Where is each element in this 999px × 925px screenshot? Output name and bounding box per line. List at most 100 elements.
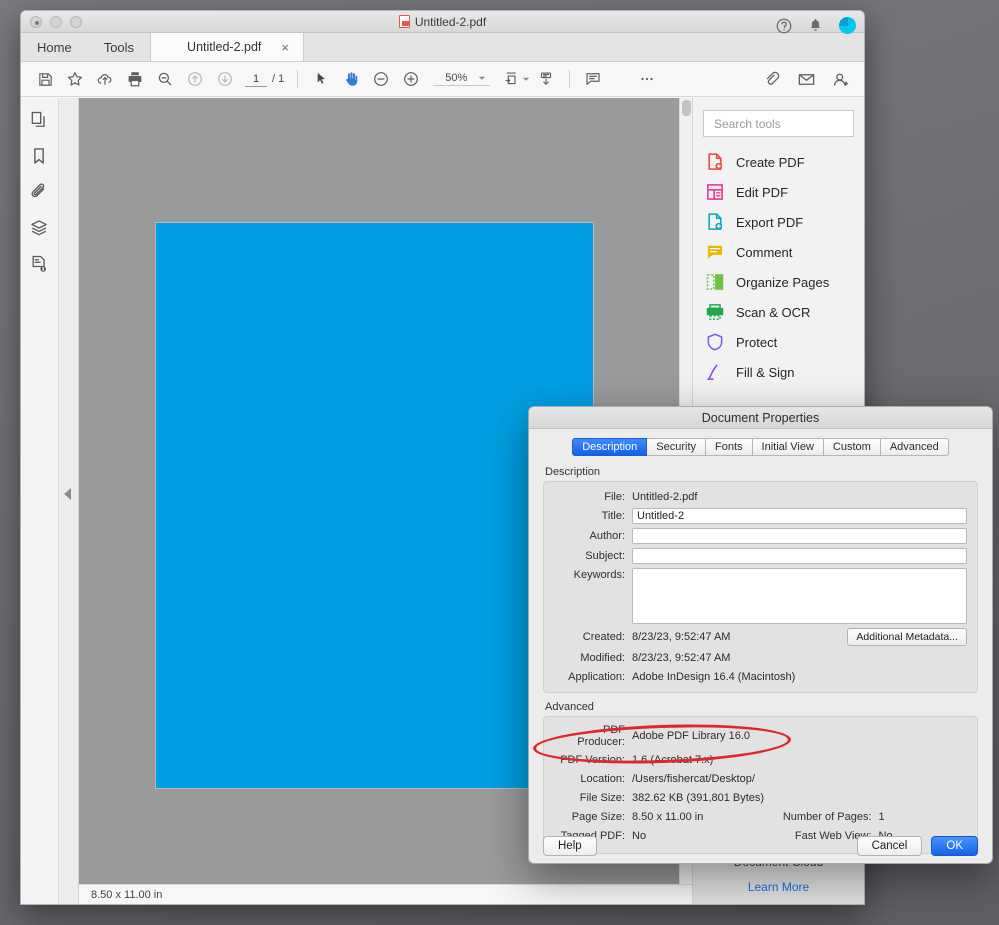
menu-tools[interactable]: Tools	[88, 33, 150, 61]
producer-row: PDF Producer: Adobe PDF Library 16.0	[554, 724, 967, 748]
help-button[interactable]: Help	[543, 836, 597, 856]
tool-item-scan-ocr[interactable]: Scan & OCR	[693, 297, 864, 327]
page-size-status: 8.50 x 11.00 in	[91, 889, 162, 901]
tool-item-create-pdf[interactable]: Create PDF	[693, 147, 864, 177]
zoom-search-icon[interactable]	[151, 66, 179, 92]
print-icon[interactable]	[121, 66, 149, 92]
previous-page-icon[interactable]	[181, 66, 209, 92]
pagesize-label: Page Size:	[554, 811, 632, 823]
close-button[interactable]	[30, 16, 42, 28]
add-user-icon[interactable]	[826, 66, 854, 92]
learn-more-link[interactable]: Learn More	[693, 880, 864, 894]
tab-custom[interactable]: Custom	[824, 438, 881, 456]
minimize-button[interactable]	[50, 16, 62, 28]
collapse-panel-arrow-icon[interactable]	[64, 488, 71, 500]
select-tool-icon[interactable]	[307, 66, 335, 92]
created-row: Created: 8/23/23, 9:52:47 AM Additional …	[554, 628, 967, 646]
zoom-in-icon[interactable]	[397, 66, 425, 92]
page-number-input[interactable]	[245, 72, 267, 87]
tool-item-fill-sign[interactable]: Fill & Sign	[693, 357, 864, 387]
tool-item-label: Fill & Sign	[736, 365, 795, 380]
star-icon[interactable]	[61, 66, 89, 92]
chevron-down-icon[interactable]	[522, 75, 530, 83]
page-thumbnails-icon[interactable]	[29, 110, 51, 132]
cancel-button[interactable]: Cancel	[857, 836, 923, 856]
application-row: Application: Adobe InDesign 16.4 (Macint…	[554, 669, 967, 684]
tab-description[interactable]: Description	[572, 438, 647, 456]
subject-row: Subject:	[554, 548, 967, 564]
search-tools-field[interactable]	[703, 110, 854, 137]
document-info-icon[interactable]	[29, 254, 51, 276]
attachments-icon[interactable]	[29, 182, 51, 204]
application-value: Adobe InDesign 16.4 (Macintosh)	[632, 671, 795, 683]
version-value: 1.6 (Acrobat 7.x)	[632, 754, 713, 766]
share-link-icon[interactable]	[758, 66, 786, 92]
created-value: 8/23/23, 9:52:47 AM	[632, 631, 730, 643]
scrollbar-thumb[interactable]	[682, 100, 691, 116]
upload-cloud-icon[interactable]	[91, 66, 119, 92]
modified-value: 8/23/23, 9:52:47 AM	[632, 652, 730, 664]
tool-item-export-pdf[interactable]: Export PDF	[693, 207, 864, 237]
keywords-row: Keywords:	[554, 568, 967, 624]
additional-metadata-button[interactable]: Additional Metadata...	[847, 628, 967, 646]
zoom-out-icon[interactable]	[367, 66, 395, 92]
tool-item-label: Organize Pages	[736, 275, 829, 290]
status-bar: 8.50 x 11.00 in	[79, 884, 692, 904]
dialog-title: Document Properties	[529, 407, 992, 429]
menu-home[interactable]: Home	[21, 33, 88, 61]
tab-security[interactable]: Security	[647, 438, 706, 456]
window-title-text: Untitled-2.pdf	[415, 15, 486, 29]
more-tools-icon[interactable]	[633, 66, 661, 92]
window-titlebar: Untitled-2.pdf	[21, 11, 864, 33]
bookmarks-icon[interactable]	[29, 146, 51, 168]
author-label: Author:	[554, 530, 632, 542]
next-page-icon[interactable]	[211, 66, 239, 92]
title-field[interactable]	[632, 508, 967, 524]
page-scroll-icon[interactable]	[532, 66, 560, 92]
user-avatar[interactable]	[839, 17, 856, 34]
tab-fonts[interactable]: Fonts	[706, 438, 753, 456]
filesize-row: File Size: 382.62 KB (391,801 Bytes)	[554, 790, 967, 805]
close-icon[interactable]: ×	[281, 40, 289, 55]
comment-icon[interactable]	[579, 66, 607, 92]
filesize-value: 382.62 KB (391,801 Bytes)	[632, 792, 764, 804]
save-icon[interactable]	[31, 66, 59, 92]
window-controls[interactable]	[30, 16, 82, 28]
notification-bell-icon[interactable]	[807, 17, 825, 35]
tab-initial-view[interactable]: Initial View	[753, 438, 824, 456]
zoom-button[interactable]	[70, 16, 82, 28]
tool-item-label: Export PDF	[736, 215, 803, 230]
tab-advanced[interactable]: Advanced	[881, 438, 949, 456]
description-group: File: Untitled-2.pdf Title: Author: Subj…	[543, 481, 978, 693]
document-properties-dialog: Document Properties Description Security…	[528, 406, 993, 864]
help-icon[interactable]	[775, 17, 793, 35]
title-label: Title:	[554, 510, 632, 522]
zoom-level-value: 50%	[437, 72, 475, 84]
hand-tool-icon[interactable]	[337, 66, 365, 92]
tool-item-organize-pages[interactable]: Organize Pages	[693, 267, 864, 297]
email-icon[interactable]	[792, 66, 820, 92]
tool-item-edit-pdf[interactable]: Edit PDF	[693, 177, 864, 207]
file-row: File: Untitled-2.pdf	[554, 489, 967, 504]
layers-icon[interactable]	[29, 218, 51, 240]
document-tab[interactable]: Untitled-2.pdf ×	[150, 33, 304, 61]
export-pdf-icon	[705, 212, 725, 232]
keywords-field[interactable]	[632, 568, 967, 624]
search-input[interactable]	[712, 116, 845, 132]
ok-button[interactable]: OK	[931, 836, 978, 856]
chevron-down-icon[interactable]	[478, 74, 486, 82]
tool-item-label: Create PDF	[736, 155, 805, 170]
main-toolbar: / 1 50%	[21, 62, 864, 97]
tab-bar: Home Tools Untitled-2.pdf ×	[21, 33, 864, 62]
file-value: Untitled-2.pdf	[632, 491, 697, 503]
dialog-footer: Help Cancel OK	[529, 829, 992, 863]
tool-item-protect[interactable]: Protect	[693, 327, 864, 357]
author-field[interactable]	[632, 528, 967, 544]
dialog-primary-actions: Cancel OK	[857, 836, 978, 856]
zoom-control[interactable]: 50%	[433, 72, 490, 86]
page-navigation: / 1	[245, 72, 284, 87]
protect-icon	[705, 332, 725, 352]
fill-sign-icon	[705, 362, 725, 382]
subject-field[interactable]	[632, 548, 967, 564]
tool-item-comment[interactable]: Comment	[693, 237, 864, 267]
